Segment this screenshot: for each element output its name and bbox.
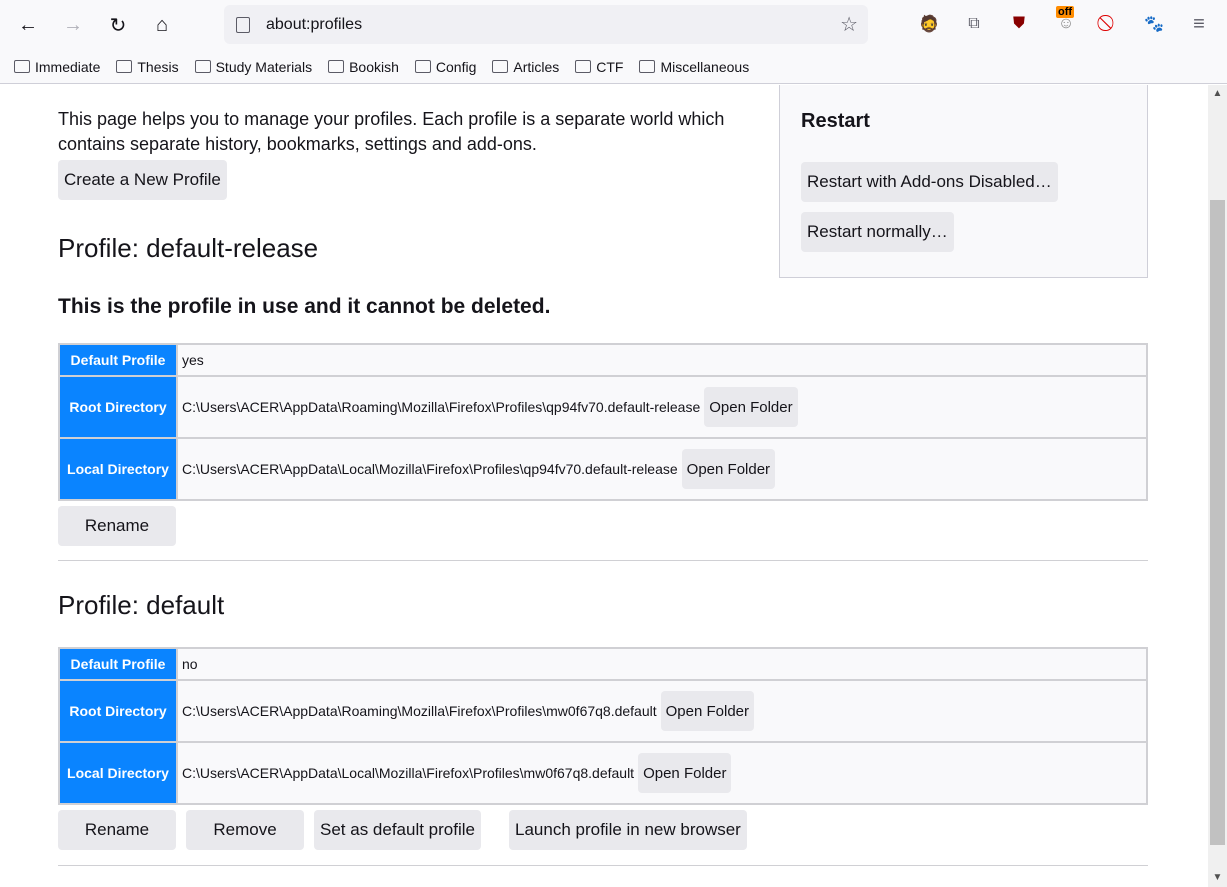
open-folder-button[interactable]: Open Folder bbox=[638, 753, 732, 793]
page-content: This page helps you to manage your profi… bbox=[0, 85, 1208, 887]
bookmark-folder[interactable]: Miscellaneous bbox=[639, 59, 749, 75]
restart-addons-disabled-button[interactable]: Restart with Add-ons Disabled… bbox=[801, 162, 1058, 202]
in-use-notice: This is the profile in use and it cannot… bbox=[58, 295, 551, 318]
avatar-icon[interactable]: 🧔 bbox=[917, 12, 941, 36]
bookmark-folder[interactable]: Config bbox=[414, 58, 477, 75]
folder-icon bbox=[639, 60, 656, 73]
intro-text: This page helps you to manage your profi… bbox=[58, 109, 725, 154]
bookmark-folder[interactable]: Bookish bbox=[328, 59, 399, 75]
folder-icon bbox=[414, 60, 431, 73]
root-directory-path: C:\Users\ACER\AppData\Roaming\Mozilla\Fi… bbox=[182, 399, 701, 415]
profile-title: Profile: default bbox=[58, 590, 225, 620]
blocked-extension-icon[interactable]: ⃠ bbox=[1097, 12, 1121, 36]
open-folder-button[interactable]: Open Folder bbox=[681, 449, 776, 489]
menu-icon[interactable]: ≡ bbox=[1187, 12, 1211, 36]
folder-icon bbox=[194, 60, 211, 73]
local-directory-label: Local Directory bbox=[58, 741, 178, 805]
browser-toolbar: ← → ↻ ⌂ about:profiles ☆ 🧔 ⧉ ⛊ ☺off ⃠ 🐾 … bbox=[0, 0, 1227, 50]
remove-button[interactable]: Remove bbox=[186, 810, 304, 850]
local-directory-path: C:\Users\ACER\AppData\Local\Mozilla\Fire… bbox=[182, 765, 635, 781]
url-bar[interactable]: about:profiles ☆ bbox=[224, 5, 868, 44]
divider bbox=[58, 560, 1148, 561]
rename-button[interactable]: Rename bbox=[58, 506, 176, 546]
folder-icon bbox=[116, 60, 133, 73]
home-icon[interactable]: ⌂ bbox=[146, 9, 178, 41]
scroll-up-icon[interactable]: ▲ bbox=[1208, 88, 1227, 99]
divider bbox=[58, 865, 1148, 866]
ublock-origin-icon[interactable]: ⛊ bbox=[1007, 12, 1031, 36]
bookmark-folder[interactable]: Articles bbox=[492, 59, 559, 75]
default-profile-value: no bbox=[176, 647, 1148, 681]
bookmark-star-icon[interactable]: ☆ bbox=[840, 12, 858, 37]
root-directory-label: Root Directory bbox=[58, 679, 178, 743]
page-icon bbox=[236, 16, 250, 33]
extensions-icon[interactable]: ⧉ bbox=[962, 12, 986, 36]
set-default-profile-button[interactable]: Set as default profile bbox=[314, 810, 481, 850]
default-profile-value: yes bbox=[176, 343, 1148, 377]
bookmark-folder[interactable]: Study Materials bbox=[194, 58, 313, 75]
back-icon[interactable]: ← bbox=[12, 9, 44, 41]
url-text[interactable]: about:profiles bbox=[266, 16, 362, 34]
default-profile-label: Default Profile bbox=[58, 343, 178, 377]
rename-button[interactable]: Rename bbox=[58, 810, 176, 850]
off-badge: off bbox=[1056, 6, 1075, 18]
restart-normally-button[interactable]: Restart normally… bbox=[801, 212, 954, 252]
profile-table: Default Profile no Root Directory C:\Users… bbox=[58, 647, 1148, 805]
root-directory-label: Root Directory bbox=[58, 375, 178, 439]
bookmarks-bar: Immediate Thesis Study Materials Bookish… bbox=[0, 50, 1227, 84]
bookmark-label: Immediate bbox=[35, 58, 101, 75]
forward-icon[interactable]: → bbox=[57, 9, 89, 41]
profile-title: Profile: default-release bbox=[58, 233, 319, 263]
folder-icon bbox=[328, 60, 345, 73]
scrollbar-thumb[interactable] bbox=[1210, 200, 1225, 845]
root-directory-path: C:\Users\ACER\AppData\Roaming\Mozilla\Fi… bbox=[182, 703, 657, 719]
local-directory-label: Local Directory bbox=[58, 437, 178, 501]
folder-icon bbox=[14, 60, 30, 73]
bookmark-folder[interactable]: Thesis bbox=[116, 58, 179, 75]
scroll-down-icon[interactable]: ▼ bbox=[1208, 872, 1227, 883]
restart-title: Restart bbox=[801, 110, 870, 132]
bookmark-label: Study Materials bbox=[215, 58, 313, 75]
bookmark-label: Miscellaneous bbox=[660, 58, 750, 75]
local-directory-path: C:\Users\ACER\AppData\Local\Mozilla\Fire… bbox=[182, 461, 678, 477]
bookmark-folder[interactable]: CTF bbox=[575, 59, 623, 75]
folder-icon bbox=[575, 60, 592, 73]
gnome-foot-icon[interactable]: 🐾 bbox=[1142, 12, 1166, 36]
bookmark-label: Config bbox=[435, 58, 477, 75]
create-profile-button[interactable]: Create a New Profile bbox=[58, 160, 227, 200]
bookmark-label: CTF bbox=[596, 58, 624, 75]
folder-icon bbox=[492, 60, 509, 73]
open-folder-button[interactable]: Open Folder bbox=[704, 387, 798, 427]
bookmark-folder[interactable]: Immediate bbox=[14, 59, 100, 75]
bookmark-label: Thesis bbox=[137, 58, 179, 75]
reload-icon[interactable]: ↻ bbox=[102, 9, 134, 41]
default-profile-label: Default Profile bbox=[58, 647, 178, 681]
launch-profile-button[interactable]: Launch profile in new browser bbox=[509, 810, 747, 850]
restart-panel: Restart Restart with Add-ons Disabled… R… bbox=[779, 85, 1148, 278]
bookmark-label: Bookish bbox=[349, 58, 399, 75]
profile-table: Default Profile yes Root Directory C:\User… bbox=[58, 343, 1148, 501]
open-folder-button[interactable]: Open Folder bbox=[660, 691, 755, 731]
off-badge-extension-icon[interactable]: ☺ off bbox=[1054, 6, 1078, 36]
bookmark-label: Articles bbox=[513, 58, 560, 75]
